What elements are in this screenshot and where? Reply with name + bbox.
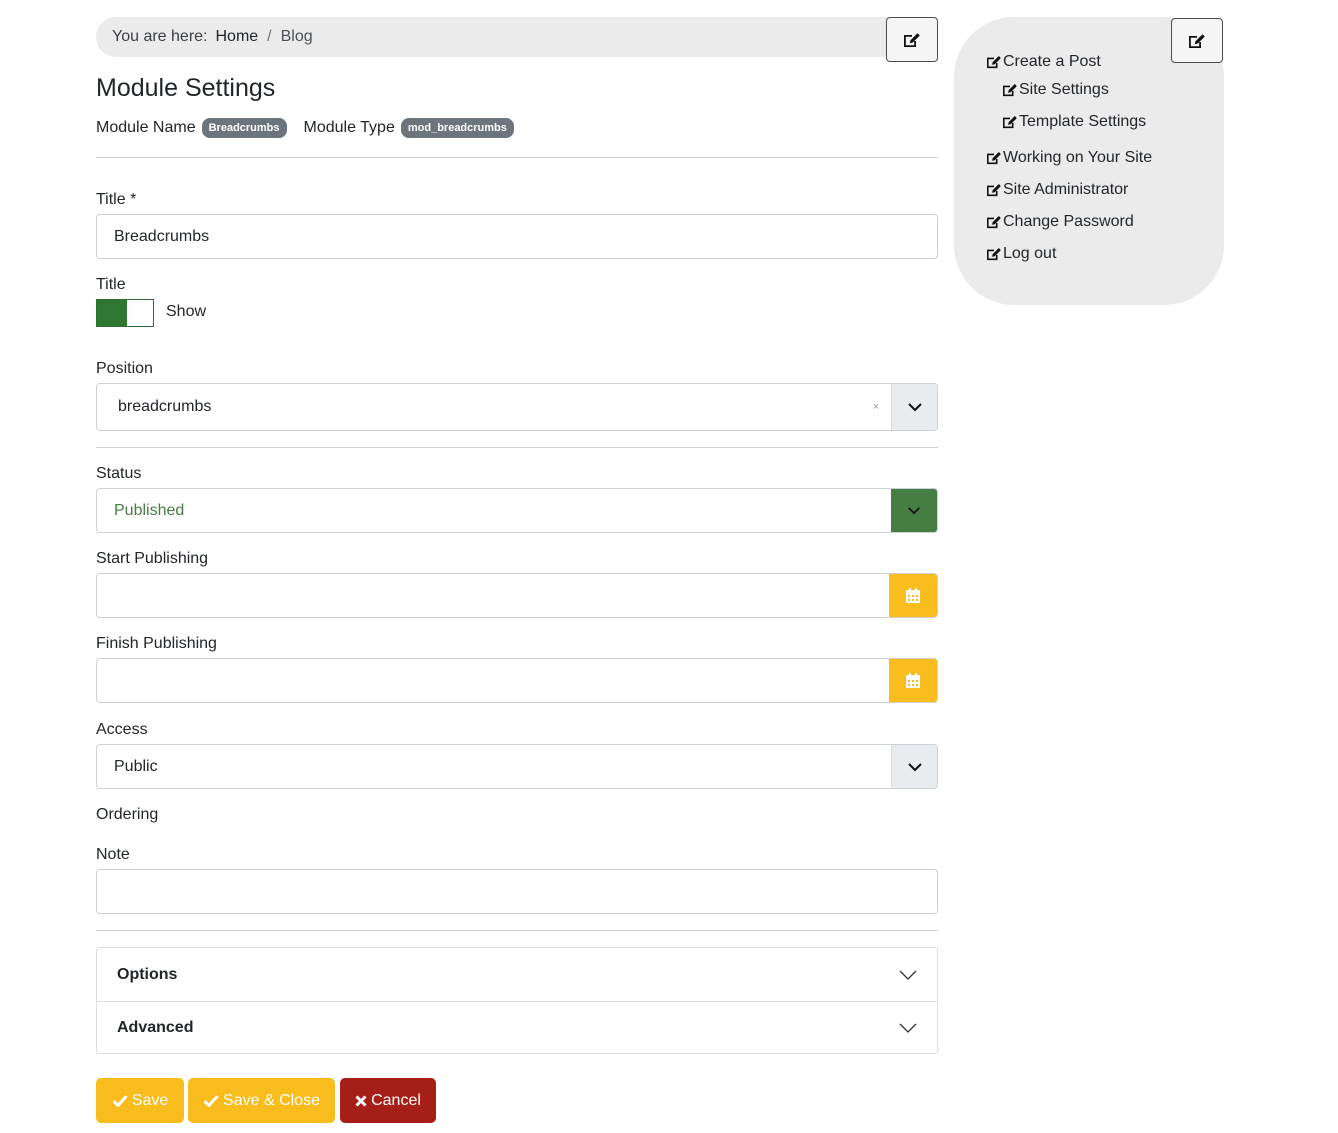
chevron-down-icon [907,762,922,771]
divider [96,930,938,931]
show-title-toggle[interactable] [96,299,154,327]
finish-publishing-input[interactable] [96,658,938,703]
user-menu-item-label: Working on Your Site [1003,149,1153,166]
chevron-down-icon [899,1023,917,1033]
breadcrumb: You are here: Home / Blog [96,17,938,57]
accordion-options-title: Options [117,965,178,983]
edit-icon [987,216,1001,229]
module-meta: Module Name Breadcrumbs Module Type mod_… [96,118,531,138]
title-input-value[interactable]: Breadcrumbs [97,228,937,246]
position-dropdown-toggle[interactable] [891,384,937,430]
accordion-advanced-title: Advanced [117,1019,194,1036]
divider [96,447,938,448]
title-label: Title * [96,191,137,208]
check-icon [203,1094,219,1107]
user-menu-item-label: Create a Post [1003,53,1101,70]
user-menu-item-label: Template Settings [1019,113,1147,130]
position-select-value: breadcrumbs [118,398,212,415]
user-menu-item[interactable]: Site Administrator [986,181,1128,199]
edit-module-button[interactable] [886,17,938,62]
save-button-label: Save [131,1091,169,1109]
user-menu-item-label: Site Settings [1019,81,1109,98]
user-menu-item[interactable]: Template Settings [1002,113,1146,131]
position-label: Position [96,360,153,377]
finish-publishing-calendar-button[interactable] [889,659,937,702]
title-input[interactable]: Breadcrumbs [96,214,938,259]
page-title: Module Settings [96,74,276,102]
clear-position-icon[interactable]: × [873,401,879,413]
calendar-icon [906,673,920,688]
edit-icon [1003,84,1017,97]
save-button[interactable]: Save [96,1078,184,1123]
edit-icon [1003,116,1017,129]
accordion-advanced[interactable]: Advanced [97,1001,937,1054]
cancel-button[interactable]: Cancel [340,1078,436,1123]
edit-icon [1189,33,1205,48]
save-close-button[interactable]: Save & Close [188,1078,335,1123]
accordion-options[interactable]: Options [97,948,937,1001]
breadcrumb-current: Blog [280,28,313,45]
access-select[interactable]: Public [96,744,938,789]
start-publishing-label: Start Publishing [96,550,209,567]
ordering-label: Ordering [96,806,159,823]
note-label: Note [96,846,130,863]
user-menu-item[interactable]: Working on Your Site [986,149,1152,167]
edit-icon [987,248,1001,261]
status-dropdown-toggle[interactable] [891,489,937,532]
show-title-label: Title [96,276,126,293]
user-menu-item[interactable]: Site Settings [1002,81,1109,99]
user-menu-item-label: Site Administrator [1003,181,1129,198]
access-dropdown-toggle[interactable] [891,745,937,788]
position-select[interactable]: breadcrumbs × [96,383,938,431]
save-close-button-label: Save & Close [223,1091,320,1109]
close-icon [355,1094,367,1107]
status-select[interactable]: Published [96,488,938,533]
calendar-icon [906,588,920,603]
module-name-label: Module Name [96,119,196,136]
status-select-value: Published [114,501,185,519]
start-publishing-calendar-button[interactable] [889,574,937,617]
edit-icon [987,152,1001,165]
status-label: Status [96,465,142,482]
user-menu-item-label: Log out [1003,245,1057,262]
module-type-label: Module Type [303,119,395,136]
chevron-down-icon [908,507,920,515]
user-menu-item[interactable]: Log out [986,245,1056,263]
access-label: Access [96,721,148,738]
edit-icon [987,56,1001,69]
show-title-toggle-label: Show [166,303,207,320]
access-select-value: Public [114,757,158,775]
note-input[interactable] [96,869,938,914]
breadcrumb-prefix: You are here: [112,28,208,45]
toggle-off-segment [127,300,153,326]
breadcrumb-home-link[interactable]: Home [215,28,258,46]
user-menu-item-label: Change Password [1003,213,1134,230]
module-type-badge: mod_breadcrumbs [400,118,514,138]
finish-publishing-label: Finish Publishing [96,635,217,652]
chevron-down-icon [907,403,922,412]
edit-icon [987,184,1001,197]
edit-menu-button[interactable] [1171,18,1223,63]
cancel-button-label: Cancel [371,1091,421,1109]
settings-accordion: Options Advanced [96,947,938,1054]
chevron-down-icon [899,970,917,980]
breadcrumb-separator: / [267,28,272,45]
user-menu-item[interactable]: Create a Post [986,53,1101,71]
start-publishing-input[interactable] [96,573,938,618]
edit-icon [904,32,920,47]
user-menu-item[interactable]: Change Password [986,213,1134,231]
module-name-badge: Breadcrumbs [201,118,287,138]
toggle-on-segment [97,300,127,326]
divider [96,157,938,158]
check-icon [112,1094,128,1107]
